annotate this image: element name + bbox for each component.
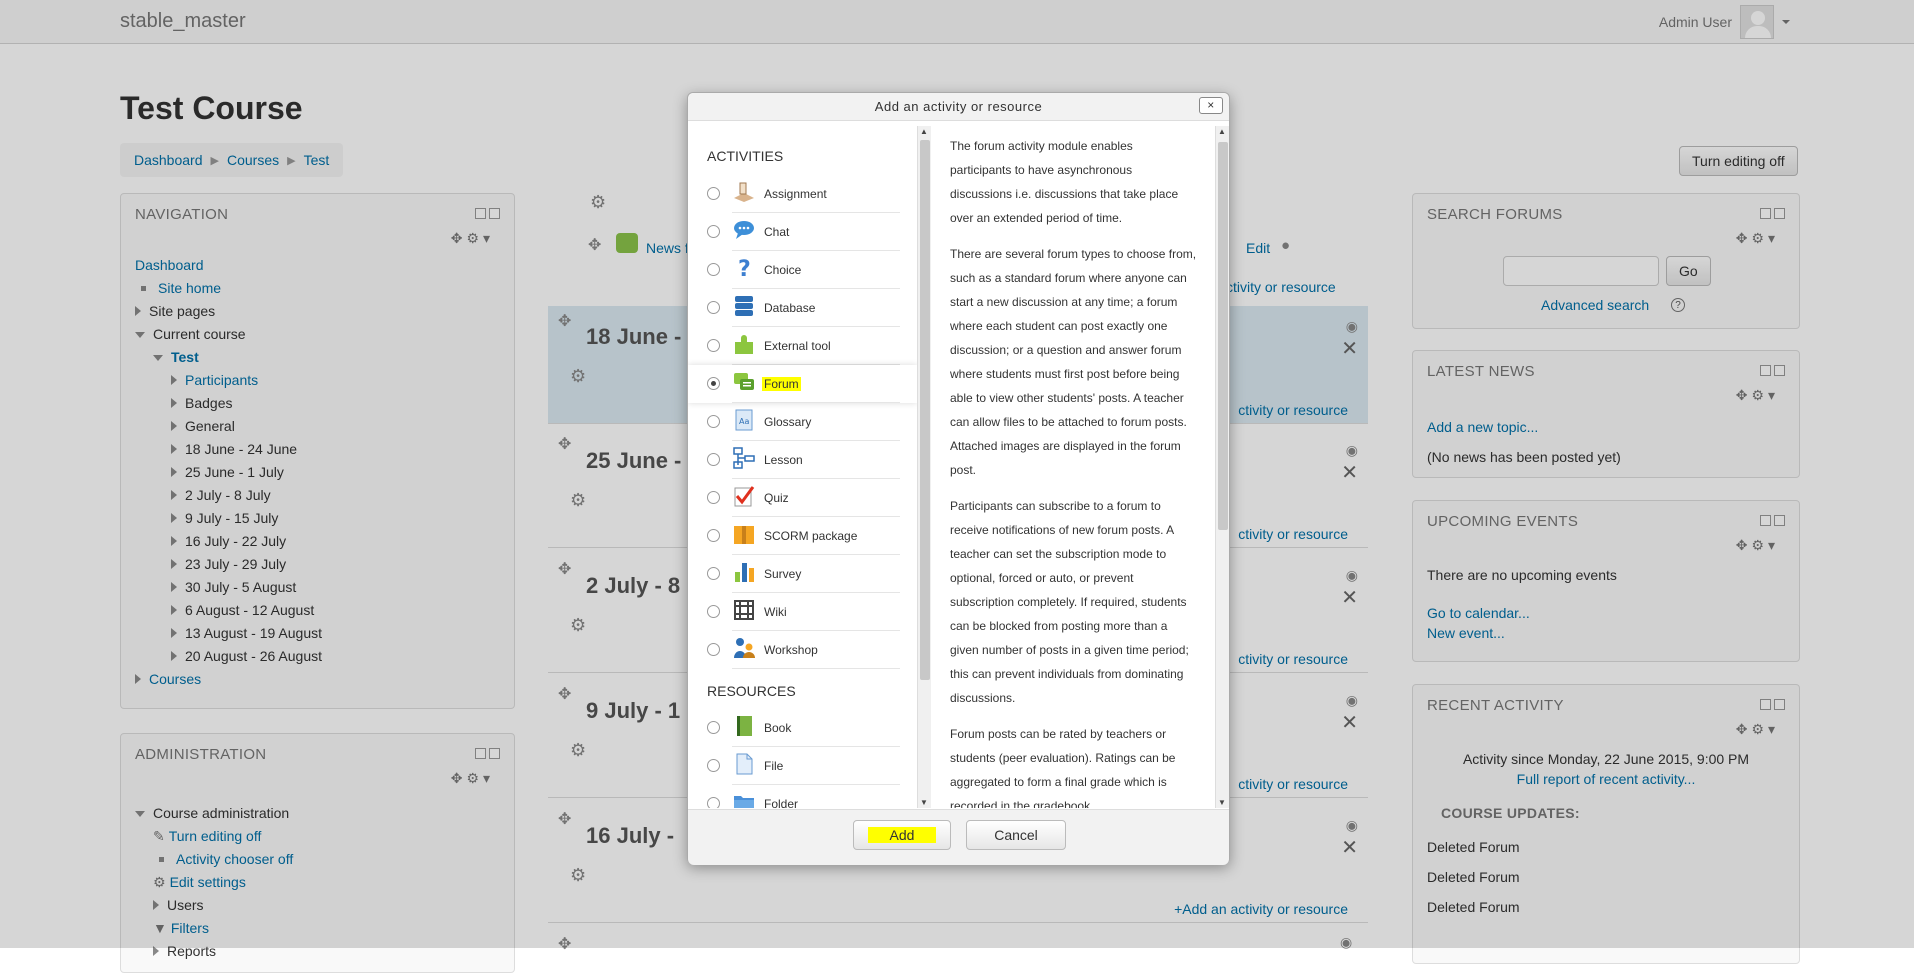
description-paragraph: The forum activity module enables partic…	[950, 139, 1179, 225]
scrollbar-thumb[interactable]	[920, 140, 930, 680]
book-icon	[737, 716, 752, 736]
option-radio[interactable]	[707, 453, 720, 466]
option-radio[interactable]	[707, 415, 720, 428]
option-radio[interactable]	[707, 187, 720, 200]
option-radio[interactable]	[707, 377, 720, 390]
option-chat[interactable]: Chat	[688, 213, 917, 251]
svg-text:?: ?	[738, 257, 751, 280]
scrollbar-thumb[interactable]	[1218, 142, 1228, 530]
option-radio[interactable]	[707, 721, 720, 734]
option-radio[interactable]	[707, 339, 720, 352]
option-radio[interactable]	[707, 605, 720, 618]
scroll-up-icon[interactable]: ▲	[920, 127, 928, 136]
option-book[interactable]: Book	[688, 709, 917, 747]
workshop-icon	[734, 638, 755, 658]
quiz-icon	[734, 486, 755, 507]
option-radio[interactable]	[707, 759, 720, 772]
add-button[interactable]: Add	[853, 820, 951, 850]
option-wiki[interactable]: Wiki	[688, 593, 917, 631]
dialog-header: Add an activity or resource ×	[688, 93, 1229, 121]
options-pane: ACTIVITIES Assignment Chat ? Choice Data…	[688, 126, 917, 808]
assignment-icon	[734, 182, 754, 202]
description-paragraph: There are several forum types to choose …	[950, 247, 1197, 477]
activities-heading: ACTIVITIES	[707, 148, 784, 164]
description-paragraph: Participants can subscribe to a forum to…	[950, 499, 1189, 705]
option-radio[interactable]	[707, 529, 720, 542]
option-scorm-package[interactable]: SCORM package	[688, 517, 917, 555]
question-icon: ?	[738, 257, 751, 280]
option-glossary[interactable]: Aa Glossary	[688, 403, 917, 441]
forum-icon	[734, 373, 754, 390]
option-radio[interactable]	[707, 225, 720, 238]
option-quiz[interactable]: Quiz	[688, 479, 917, 517]
file-icon	[736, 753, 753, 775]
scroll-down-icon[interactable]: ▼	[920, 798, 928, 807]
glossary-icon: Aa	[735, 409, 753, 431]
svg-text:Aa: Aa	[739, 417, 749, 426]
option-file[interactable]: File	[688, 747, 917, 785]
option-workshop[interactable]: Workshop	[688, 631, 917, 669]
close-icon[interactable]: ×	[1199, 97, 1223, 114]
options-scrollbar[interactable]: ▲ ▼	[917, 126, 931, 808]
option-external-tool[interactable]: External tool	[688, 327, 917, 365]
scroll-down-icon[interactable]: ▼	[1218, 798, 1226, 807]
cancel-button[interactable]: Cancel	[966, 820, 1066, 850]
description-paragraph: Forum posts can be rated by teachers or …	[950, 727, 1176, 808]
option-choice[interactable]: ? Choice	[688, 251, 917, 289]
option-radio[interactable]	[707, 797, 720, 808]
scroll-up-icon[interactable]: ▲	[1218, 127, 1226, 136]
option-radio[interactable]	[707, 643, 720, 656]
option-database[interactable]: Database	[688, 289, 917, 327]
chat-icon	[734, 221, 754, 239]
package-icon	[734, 526, 754, 544]
dialog-title: Add an activity or resource	[874, 99, 1043, 114]
option-radio[interactable]	[707, 567, 720, 580]
option-survey[interactable]: Survey	[688, 555, 917, 593]
activity-chooser-dialog: Add an activity or resource × ACTIVITIES…	[687, 92, 1230, 865]
database-icon	[735, 296, 753, 316]
folder-icon	[734, 796, 754, 808]
description-scrollbar[interactable]: ▲ ▼	[1215, 126, 1229, 808]
description-pane: The forum activity module enables partic…	[950, 126, 1197, 808]
option-lesson[interactable]: Lesson	[688, 441, 917, 479]
wiki-icon	[734, 600, 754, 620]
lesson-icon	[733, 447, 755, 469]
option-folder[interactable]: Folder	[688, 785, 917, 808]
option-radio[interactable]	[707, 301, 720, 314]
bar-chart-icon	[735, 563, 754, 582]
option-assignment[interactable]: Assignment	[688, 175, 917, 213]
option-radio[interactable]	[707, 263, 720, 276]
dialog-footer: Add Cancel	[688, 809, 1229, 865]
puzzle-icon	[735, 335, 753, 354]
option-forum[interactable]: Forum	[688, 365, 917, 403]
option-radio[interactable]	[707, 491, 720, 504]
resources-heading: RESOURCES	[707, 683, 796, 699]
